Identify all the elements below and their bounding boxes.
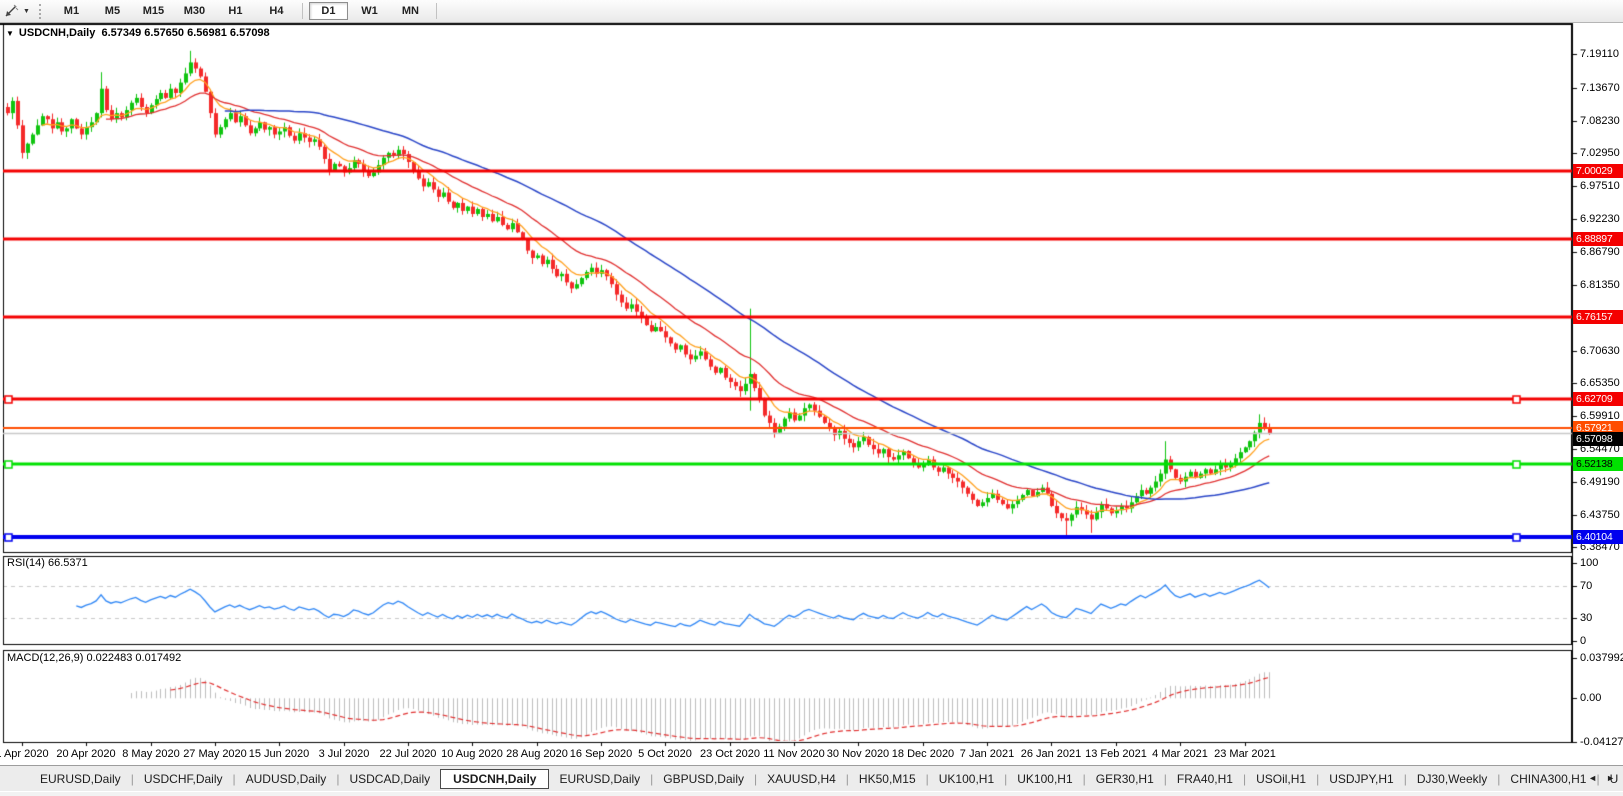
timeframe-buttons: M1M5M15M30H1H4 D1W1MN: [51, 2, 442, 20]
chart-tab-eurusd[interactable]: EURUSD,Daily: [30, 769, 131, 789]
rsi-scale-label: 0: [1580, 635, 1586, 647]
date-axis-label: 23 Mar 2021: [1203, 748, 1287, 760]
timeframe-button-m30[interactable]: M30: [175, 2, 214, 20]
chart-tab-usdcnh[interactable]: USDCNH,Daily: [440, 769, 549, 789]
rsi-scale-label: 30: [1580, 612, 1592, 624]
toolbar-separator: [436, 3, 437, 19]
macd-scale-label: 0.037992: [1580, 652, 1623, 664]
price-tick-label: 7.19110: [1580, 48, 1619, 60]
chart-tab-usdjpy[interactable]: USDJPY,H1: [1319, 769, 1403, 789]
price-tick-label: 6.43750: [1580, 509, 1620, 521]
macd-scale-label: 0.00: [1580, 692, 1601, 704]
bottom-strip: [0, 792, 1623, 796]
chart-tab-fra40[interactable]: FRA40,H1: [1167, 769, 1243, 789]
toolbar: ▼ M1M5M15M30H1H4 D1W1MN: [0, 0, 1623, 23]
price-tick-label: 7.13670: [1580, 82, 1620, 94]
chart-tabs-bar: EURUSD,Daily|USDCHF,Daily|AUDUSD,Daily|U…: [0, 765, 1623, 791]
chart-tab-gbpusd[interactable]: GBPUSD,Daily: [653, 769, 754, 789]
chart-tab-eurusd[interactable]: EURUSD,Daily: [549, 769, 650, 789]
price-tick-label: 6.97510: [1580, 180, 1620, 192]
chart-tab-usdcad[interactable]: USDCAD,Daily: [339, 769, 440, 789]
timeframe-button-h1[interactable]: H1: [216, 2, 255, 20]
symbol-period-label: USDCNH,Daily: [19, 27, 95, 39]
chart-canvas[interactable]: [0, 0, 1623, 796]
price-tick-label: 7.02950: [1580, 147, 1620, 159]
timeframe-button-m5[interactable]: M5: [93, 2, 132, 20]
tabs-scroll-left-icon[interactable]: ◄: [1588, 773, 1597, 783]
chart-tab-ger30[interactable]: GER30,H1: [1086, 769, 1164, 789]
hline-price-badge[interactable]: 6.76157: [1573, 310, 1623, 324]
chart-tab-audusd[interactable]: AUDUSD,Daily: [236, 769, 337, 789]
chart-tab-uk100[interactable]: UK100,H1: [1007, 769, 1082, 789]
price-tick-label: 6.92230: [1580, 213, 1620, 225]
mt4-window: ▼ M1M5M15M30H1H4 D1W1MN ▼ USDCNH,Daily 6.5…: [0, 0, 1623, 796]
chart-title: ▼ USDCNH,Daily 6.57349 6.57650 6.56981 6.…: [6, 27, 270, 39]
timeframe-button-m15[interactable]: M15: [134, 2, 173, 20]
hline-price-badge[interactable]: 6.40104: [1573, 530, 1623, 544]
price-tick-label: 6.49190: [1580, 476, 1620, 488]
rsi-indicator-label: RSI(14) 66.5371: [7, 557, 88, 569]
timeframe-button-mn[interactable]: MN: [391, 2, 430, 20]
crosshair-tool-icon[interactable]: [2, 4, 20, 19]
ohlc-quotes-label: 6.57349 6.57650 6.56981 6.57098: [101, 27, 269, 39]
toolbar-separator: [302, 3, 303, 19]
rsi-scale-label: 100: [1580, 557, 1598, 569]
chart-tab-usdchf[interactable]: USDCHF,Daily: [134, 769, 233, 789]
timeframe-button-h4[interactable]: H4: [257, 2, 296, 20]
hline-price-badge[interactable]: 7.00029: [1573, 164, 1623, 178]
rsi-scale-label: 70: [1580, 580, 1592, 592]
chart-tab-xauusd[interactable]: XAUUSD,H4: [757, 769, 846, 789]
toolbar-grip[interactable]: [39, 4, 44, 19]
macd-indicator-label: MACD(12,26,9) 0.022483 0.017492: [7, 652, 181, 664]
chart-tab-uk100[interactable]: UK100,H1: [929, 769, 1004, 789]
price-tick-label: 6.86790: [1580, 246, 1620, 258]
price-tick-label: 6.70630: [1580, 345, 1620, 357]
chart-tab-hk50[interactable]: HK50,M15: [849, 769, 926, 789]
timeframe-button-d1[interactable]: D1: [309, 2, 348, 20]
hline-price-badge[interactable]: 6.88897: [1573, 232, 1623, 246]
price-tick-label: 7.08230: [1580, 115, 1620, 127]
collapse-caret-icon[interactable]: ▼: [6, 29, 14, 38]
chart-tab-usoil[interactable]: USOil,H1: [1246, 769, 1316, 789]
chart-tab-china300[interactable]: CHINA300,H1: [1500, 769, 1596, 789]
price-tick-label: 6.81350: [1580, 279, 1620, 291]
current-price-badge: 6.57098: [1573, 432, 1623, 446]
tool-dropdown-caret[interactable]: ▼: [23, 8, 30, 15]
chart-tab-dj30[interactable]: DJ30,Weekly: [1407, 769, 1497, 789]
macd-scale-label: -0.041276: [1580, 736, 1623, 748]
timeframe-button-w1[interactable]: W1: [350, 2, 389, 20]
timeframe-button-m1[interactable]: M1: [52, 2, 91, 20]
tabs-scroll-right-icon[interactable]: ►: [1606, 773, 1615, 783]
hline-price-badge[interactable]: 6.52138: [1573, 457, 1623, 471]
hline-price-badge[interactable]: 6.62709: [1573, 392, 1623, 406]
price-tick-label: 6.65350: [1580, 377, 1620, 389]
